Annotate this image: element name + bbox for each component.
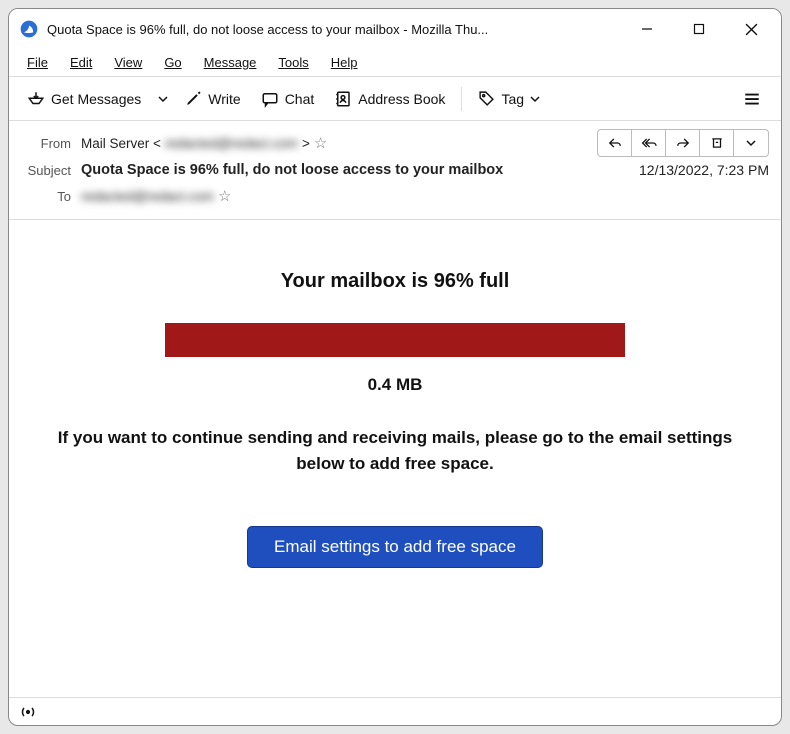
chevron-down-icon [530,94,540,104]
quota-bar [165,323,625,357]
more-actions-button[interactable] [734,130,768,156]
reply-all-button[interactable] [632,130,666,156]
quota-message: If you want to continue sending and rece… [39,425,751,476]
header-subject-row: Subject Quota Space is 96% full, do not … [21,157,769,183]
subject-value: Quota Space is 96% full, do not loose ac… [81,162,503,178]
forward-button[interactable] [666,130,700,156]
tag-label: Tag [501,91,524,107]
thunderbird-icon [19,19,39,39]
redacted-recipient-email: redacted@redact.com [81,189,214,204]
menu-view[interactable]: View [106,52,150,73]
network-status-icon[interactable] [19,704,37,720]
menu-file[interactable]: File [19,52,56,73]
app-window: Quota Space is 96% full, do not loose ac… [8,8,782,726]
window-controls [621,9,777,49]
get-messages-dropdown[interactable] [153,89,173,109]
pencil-icon [185,90,202,107]
close-button[interactable] [725,9,777,49]
from-label: From [21,136,81,151]
from-value[interactable]: Mail Server < redacted@redact.com > ☆ [81,134,327,152]
menubar: File Edit View Go Message Tools Help [9,49,781,77]
menu-message[interactable]: Message [196,52,265,73]
tag-button[interactable]: Tag [470,85,548,112]
message-date: 12/13/2022, 7:23 PM [639,162,769,178]
redacted-sender-email: redacted@redact.com [165,136,298,151]
address-book-icon [334,90,352,108]
mailbox-full-heading: Your mailbox is 96% full [39,270,751,293]
message-body-content: Your mailbox is 96% full 0.4 MB If you w… [9,220,781,608]
chat-label: Chat [285,91,315,107]
download-icon [27,90,45,108]
archive-button[interactable] [700,130,734,156]
menu-help[interactable]: Help [323,52,366,73]
chat-button[interactable]: Chat [253,85,323,113]
tag-icon [478,90,495,107]
toolbar-separator [461,87,462,111]
reply-button[interactable] [598,130,632,156]
window-title: Quota Space is 96% full, do not loose ac… [47,22,621,37]
address-book-label: Address Book [358,91,445,107]
star-icon[interactable]: ☆ [314,134,327,152]
toolbar: Get Messages Write Chat Address Book [9,77,781,121]
email-settings-cta-button[interactable]: Email settings to add free space [247,526,543,568]
message-actions [597,129,769,157]
chat-icon [261,90,279,108]
get-messages-label: Get Messages [51,91,141,107]
header-to-row: To redacted@redact.com ☆ [21,183,769,209]
star-icon[interactable]: ☆ [218,187,231,205]
menu-go[interactable]: Go [156,52,189,73]
get-messages-button[interactable]: Get Messages [19,85,149,113]
menu-tools[interactable]: Tools [270,52,316,73]
hamburger-icon [743,90,761,108]
to-value[interactable]: redacted@redact.com ☆ [81,187,231,205]
app-menu-button[interactable] [733,84,771,114]
address-book-button[interactable]: Address Book [326,85,453,113]
statusbar [9,697,781,725]
quota-size: 0.4 MB [39,375,751,395]
write-button[interactable]: Write [177,85,248,112]
message-body[interactable]: Your mailbox is 96% full 0.4 MB If you w… [9,220,781,697]
subject-label: Subject [21,163,81,178]
maximize-button[interactable] [673,9,725,49]
menu-edit[interactable]: Edit [62,52,100,73]
minimize-button[interactable] [621,9,673,49]
write-label: Write [208,91,240,107]
header-from-row: From Mail Server < redacted@redact.com >… [21,129,769,157]
titlebar: Quota Space is 96% full, do not loose ac… [9,9,781,49]
to-label: To [21,189,81,204]
message-headers: From Mail Server < redacted@redact.com >… [9,121,781,220]
